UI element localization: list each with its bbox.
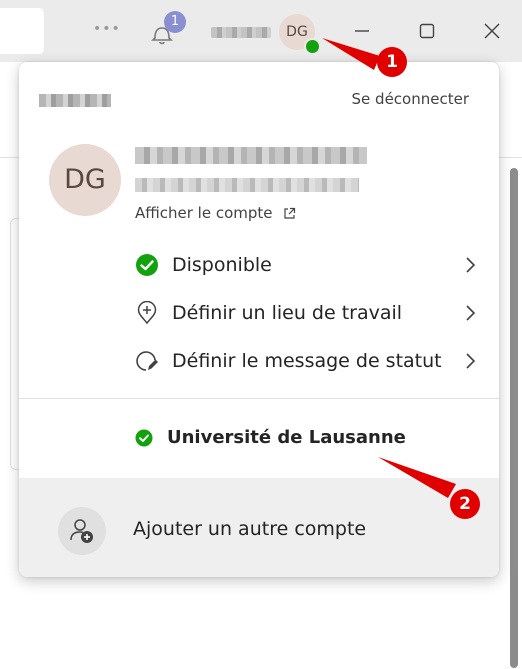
- callout-1-badge: 1: [377, 47, 407, 77]
- add-account-icon-wrap: [58, 507, 106, 555]
- redacted-email: [135, 178, 359, 192]
- view-account-link[interactable]: Afficher le compte: [135, 204, 296, 222]
- callout-2-badge: 2: [450, 489, 480, 519]
- close-icon[interactable]: [478, 17, 506, 45]
- menu-item-label: Définir le message de statut: [172, 350, 442, 372]
- maximize-icon[interactable]: [413, 17, 441, 45]
- chevron-right-icon: [466, 353, 476, 369]
- menu-item-label: Disponible: [172, 254, 272, 276]
- chevron-right-icon: [466, 305, 476, 321]
- redacted-display-name: [135, 147, 367, 164]
- title-bar: ••• 1 DG: [0, 0, 522, 62]
- scrollbar-thumb[interactable]: [510, 168, 518, 668]
- minimize-icon[interactable]: [348, 17, 376, 45]
- sign-out-link[interactable]: Se déconnecter: [352, 90, 469, 108]
- menu-item-work-location[interactable]: Définir un lieu de travail: [19, 291, 499, 335]
- menu-divider: [19, 398, 499, 399]
- external-link-icon: [283, 207, 295, 219]
- status-message-icon: [136, 351, 158, 371]
- redacted-organization: [39, 94, 111, 107]
- add-account-label: Ajouter un autre compte: [133, 518, 367, 540]
- add-person-icon: [70, 519, 93, 543]
- tenant-label: Université de Lausanne: [167, 427, 406, 448]
- menu-item-label: Définir un lieu de travail: [172, 302, 403, 324]
- account-menu-popup: Se déconnecter DG Afficher le compte Dis…: [19, 62, 499, 577]
- menu-item-availability[interactable]: Disponible: [19, 243, 499, 287]
- tenant-item[interactable]: Université de Lausanne: [135, 427, 406, 448]
- more-options-icon[interactable]: •••: [93, 21, 121, 37]
- notification-badge: 1: [164, 11, 186, 33]
- presence-available-icon: [304, 38, 321, 55]
- chevron-right-icon: [466, 257, 476, 273]
- account-avatar: DG: [49, 144, 121, 216]
- redacted-username: [211, 27, 271, 38]
- tenant-active-check-icon: [135, 429, 153, 446]
- menu-item-status-message[interactable]: Définir le message de statut: [19, 339, 499, 383]
- add-account-button[interactable]: Ajouter un autre compte: [19, 478, 499, 577]
- location-add-icon: [137, 301, 157, 325]
- available-check-icon: [136, 254, 158, 276]
- view-account-label: Afficher le compte: [135, 204, 273, 222]
- search-box[interactable]: [0, 8, 44, 54]
